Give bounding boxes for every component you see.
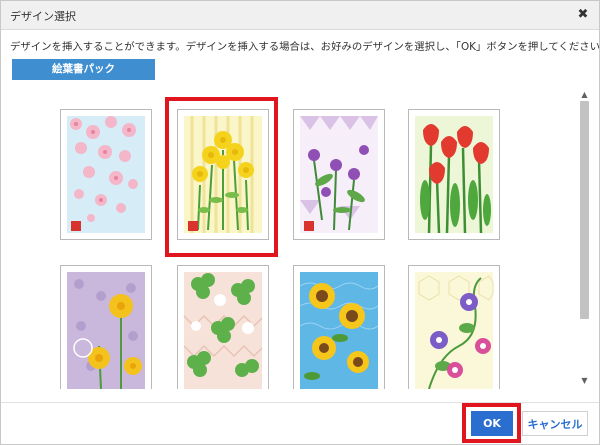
vertical-scrollbar[interactable]: ▲ ▼ <box>578 89 591 387</box>
design-thumb-himawari[interactable] <box>293 265 385 389</box>
dialog-description: デザインを挿入することができます。デザインを挿入する場合は、お好みのデザインを選… <box>10 41 600 53</box>
scroll-up-icon[interactable]: ▲ <box>580 90 589 99</box>
dialog-titlebar: デザイン選択 ✖ <box>1 1 599 30</box>
scrollbar-thumb[interactable] <box>580 101 589 319</box>
ok-button[interactable]: OK <box>471 411 513 436</box>
design-thumb-tulip[interactable] <box>408 109 500 240</box>
design-thumb-sakura[interactable] <box>60 109 152 240</box>
dialog-title: デザイン選択 <box>10 10 76 23</box>
postcard-pack-button[interactable]: 絵葉書パック <box>12 59 155 80</box>
design-grid <box>1 89 589 389</box>
design-thumb-sumire[interactable] <box>293 109 385 240</box>
cancel-button[interactable]: キャンセル <box>522 411 588 436</box>
design-thumb-asagao[interactable] <box>408 265 500 389</box>
footer-divider <box>1 402 599 403</box>
design-thumb-tanpopo[interactable] <box>60 265 152 389</box>
scroll-down-icon[interactable]: ▼ <box>580 376 589 385</box>
design-thumb-clover[interactable] <box>177 265 269 389</box>
design-thumb-nanohana[interactable] <box>177 109 269 240</box>
design-select-dialog: デザイン選択 ✖ デザインを挿入することができます。デザインを挿入する場合は、お… <box>0 0 600 445</box>
close-icon[interactable]: ✖ <box>575 7 591 23</box>
